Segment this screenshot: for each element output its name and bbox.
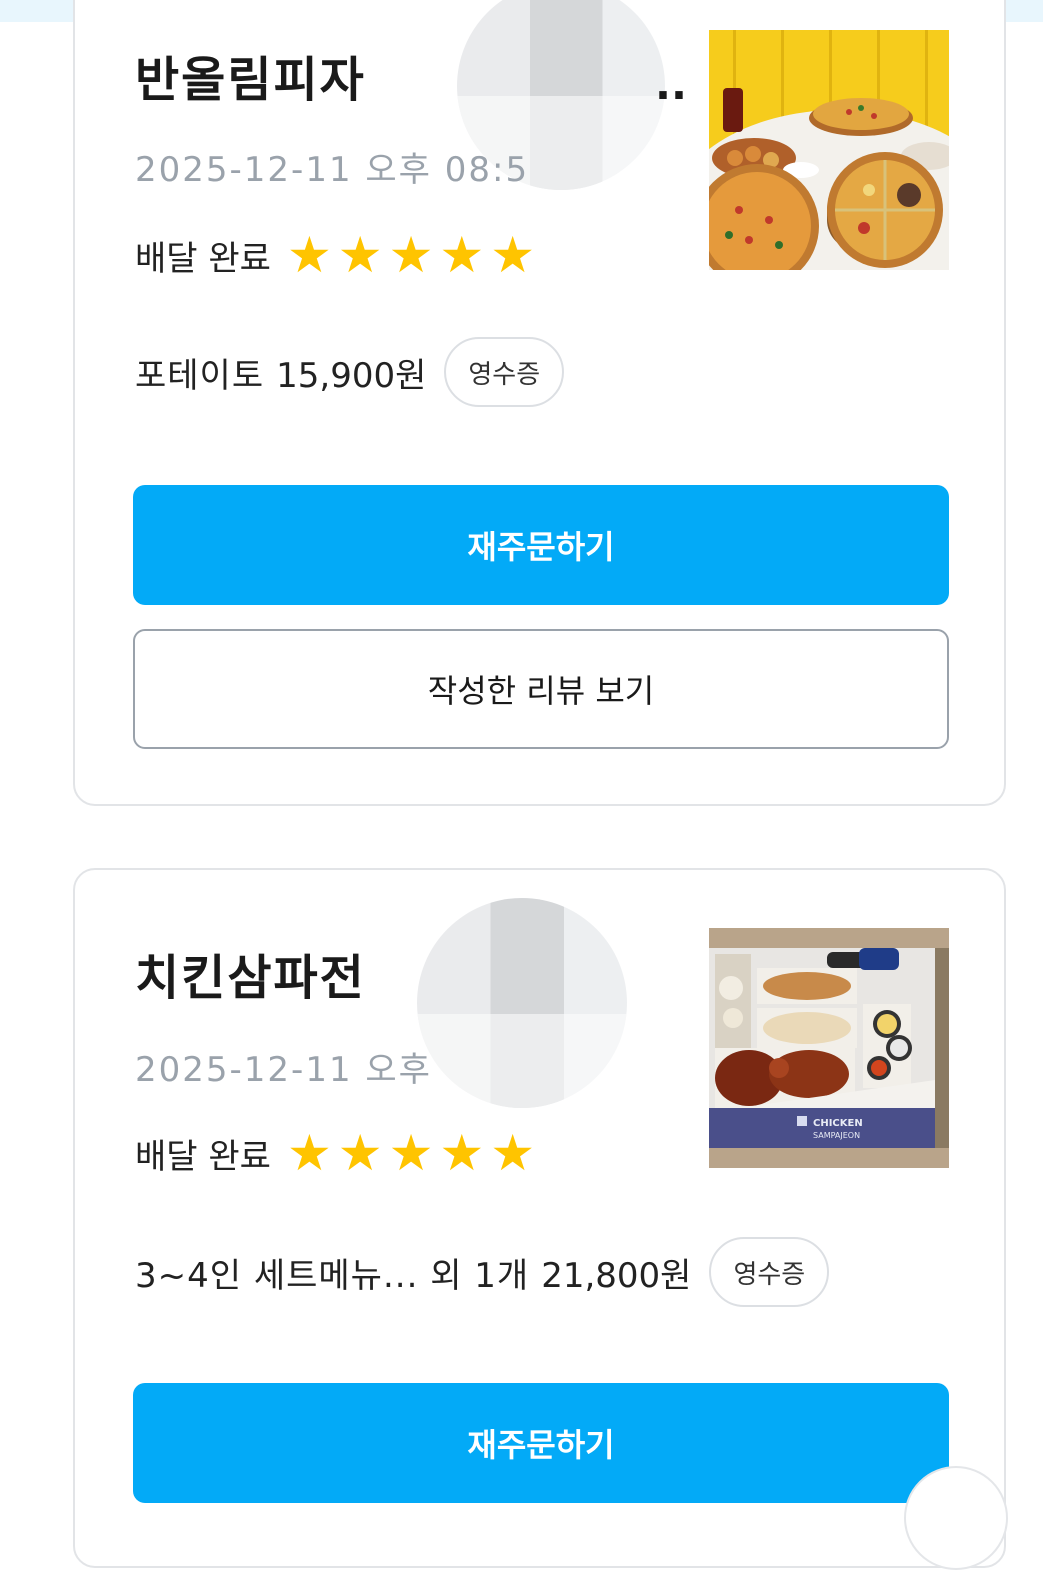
order-datetime: 2025-12-11 오후 08:5	[135, 150, 530, 190]
order-summary-row: 3~4인 세트메뉴... 외 1개 21,800원 영수증	[135, 1237, 830, 1307]
star-icon: ★	[337, 226, 383, 284]
star-icon: ★	[388, 226, 434, 284]
store-name[interactable]: 반올림피자	[135, 40, 366, 110]
receipt-button[interactable]: 영수증	[444, 337, 565, 407]
status-row: 배달 완료 ★ ★ ★ ★ ★	[135, 1128, 535, 1178]
delivery-status: 배달 완료	[135, 1136, 271, 1177]
reorder-button[interactable]: 재주문하기	[133, 1383, 949, 1503]
store-name-ellipsis: ..	[655, 60, 687, 109]
star-icon: ★	[337, 1124, 383, 1182]
delivery-status: 배달 완료	[135, 238, 271, 279]
star-icon: ★	[286, 1124, 332, 1182]
order-price: 21,800원	[541, 1255, 692, 1296]
reorder-button[interactable]: 재주문하기	[133, 485, 949, 605]
order-card[interactable]: 반올림피자 .. 2025-12-11 오후 08:5 배달 완료 ★ ★ ★ …	[73, 0, 1006, 806]
svg-text:SAMPAJEON: SAMPAJEON	[813, 1131, 860, 1140]
star-icon: ★	[388, 1124, 434, 1182]
star-icon: ★	[439, 1124, 485, 1182]
order-summary-row: 포테이토 15,900원 영수증	[135, 337, 565, 407]
scroll-top-button[interactable]	[904, 1466, 1008, 1570]
status-row: 배달 완료 ★ ★ ★ ★ ★	[135, 230, 535, 280]
store-thumbnail-chicken[interactable]: CHICKEN SAMPAJEON	[709, 928, 949, 1168]
svg-text:CHICKEN: CHICKEN	[813, 1118, 863, 1129]
star-icon: ★	[490, 226, 536, 284]
star-icon: ★	[439, 226, 485, 284]
privacy-blur	[417, 898, 627, 1108]
star-icon: ★	[490, 1124, 536, 1182]
rating-stars: ★ ★ ★ ★ ★	[287, 1128, 535, 1178]
order-card[interactable]: 치킨삼파전 2025-12-11 오후 배달 완료 ★ ★ ★ ★ ★ 3~4인…	[73, 868, 1006, 1568]
order-items: 포테이토	[135, 355, 265, 396]
order-datetime: 2025-12-11 오후	[135, 1050, 432, 1090]
order-price: 15,900원	[276, 355, 427, 396]
store-thumbnail-pizza[interactable]	[709, 30, 949, 270]
receipt-button[interactable]: 영수증	[709, 1237, 830, 1307]
rating-stars: ★ ★ ★ ★ ★	[287, 230, 535, 280]
star-icon: ★	[286, 226, 332, 284]
store-name[interactable]: 치킨삼파전	[135, 938, 366, 1008]
view-review-button[interactable]: 작성한 리뷰 보기	[133, 629, 949, 749]
order-items: 3~4인 세트메뉴... 외 1개	[135, 1255, 530, 1296]
